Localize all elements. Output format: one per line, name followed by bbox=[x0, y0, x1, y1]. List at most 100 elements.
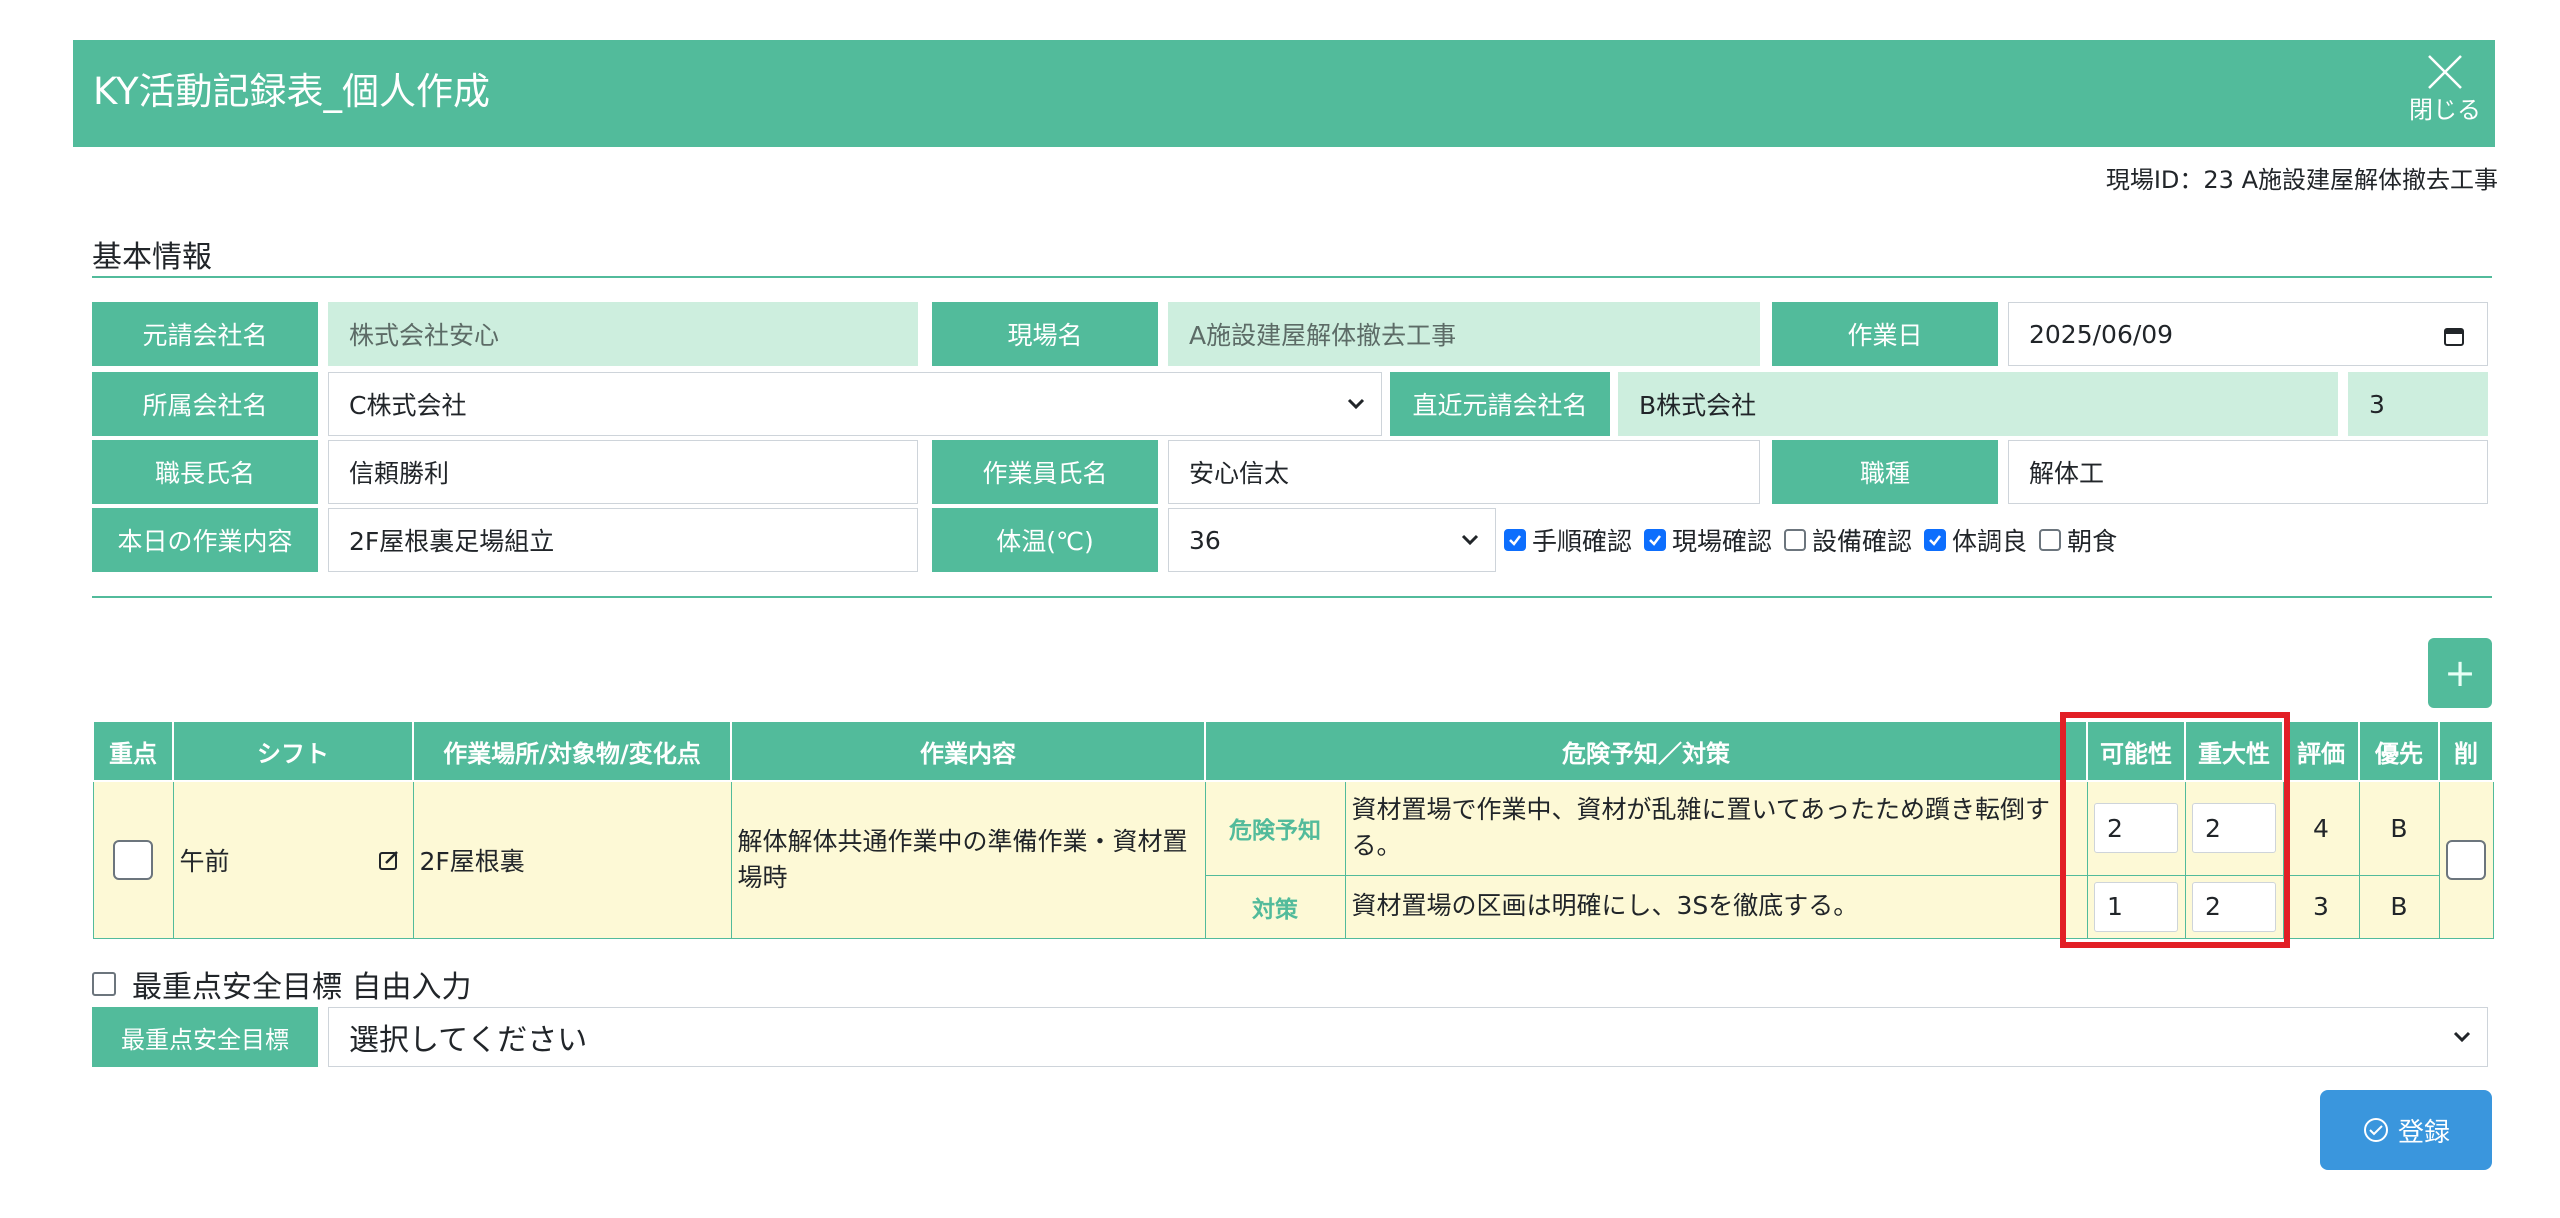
check-site-label: 現場確認 bbox=[1672, 527, 1773, 556]
goal-select[interactable]: 選択してください bbox=[328, 1007, 2488, 1067]
hazard-severity-input[interactable]: 2 bbox=[2192, 803, 2276, 854]
temperature-select[interactable]: 36 bbox=[1168, 508, 1496, 572]
edit-icon[interactable] bbox=[377, 848, 401, 872]
col-hazard: 危険予知／対策 bbox=[1204, 720, 2088, 782]
hazard-severity-cell: 2 bbox=[2184, 780, 2284, 876]
checkbox[interactable] bbox=[1924, 529, 1947, 551]
checkbox[interactable] bbox=[1784, 529, 1807, 551]
register-button[interactable]: 登録 bbox=[2320, 1090, 2492, 1170]
measure-score: 3 bbox=[2282, 874, 2360, 939]
work-date-label: 作業日 bbox=[1772, 302, 1998, 366]
check-icon bbox=[1929, 535, 1942, 546]
free-input-toggle[interactable]: 最重点安全目標 自由入力 bbox=[92, 962, 472, 1006]
work-date-value: 2025/06/09 bbox=[2029, 319, 2174, 349]
measure-text: 資材置場の区画は明確にし、3Sを徹底する。 bbox=[1344, 874, 2088, 939]
site-name-label: 現場名 bbox=[932, 302, 1158, 366]
basic-row-2: 所属会社名 C株式会社 直近元請会社名 B株式会社 3 bbox=[92, 372, 2488, 436]
check-icon bbox=[1509, 535, 1521, 546]
check-icon bbox=[1649, 535, 1662, 546]
col-work: 作業内容 bbox=[730, 720, 1206, 782]
table-row: 午前 2F屋根裏 解体解体共通作業中の準備作業・資材置場時 危険予知 資材置場で… bbox=[92, 780, 2494, 939]
job-type-input[interactable]: 解体工 bbox=[2008, 440, 2488, 504]
foreman-label: 職長氏名 bbox=[92, 440, 318, 504]
col-delete: 削 bbox=[2438, 720, 2494, 782]
temperature-value: 36 bbox=[1189, 525, 1221, 555]
check-health[interactable]: 体調良 bbox=[1924, 522, 2027, 558]
check-circle-icon bbox=[2363, 1118, 2388, 1142]
free-input-label: 最重点安全目標 自由入力 bbox=[132, 970, 472, 1005]
basic-row-1: 元請会社名 株式会社安心 現場名 A施設建屋解体撤去工事 作業日 2025/06… bbox=[92, 302, 2488, 366]
worker-input[interactable]: 安心信太 bbox=[1168, 440, 1760, 504]
modal-header: KY活動記録表_個人作成 閉じる bbox=[73, 40, 2495, 147]
risk-table: 重点 シフト 作業場所/対象物/変化点 作業内容 危険予知／対策 可能性 重大性… bbox=[92, 720, 2494, 939]
check-procedure[interactable]: 手順確認 bbox=[1504, 522, 1632, 558]
add-row-button[interactable]: + bbox=[2428, 638, 2492, 708]
goal-row: 最重点安全目標 選択してください bbox=[92, 1007, 2488, 1067]
basic-row-4: 本日の作業内容 2F屋根裏足場組立 体温(℃) 36 手順確認 現場確認 設備確… bbox=[92, 508, 2488, 572]
close-label: 閉じる bbox=[2409, 96, 2481, 124]
hazard-likelihood-input[interactable]: 2 bbox=[2094, 803, 2178, 854]
checkbox[interactable] bbox=[1644, 529, 1667, 551]
close-button[interactable]: 閉じる bbox=[2405, 48, 2485, 140]
check-breakfast[interactable]: 朝食 bbox=[2039, 522, 2117, 558]
hazard-text: 資材置場で作業中、資材が乱雑に置いてあったため躓き転倒する。 bbox=[1344, 780, 2088, 876]
measure-severity-input[interactable]: 2 bbox=[2192, 881, 2276, 932]
table-header-row: 重点 シフト 作業場所/対象物/変化点 作業内容 危険予知／対策 可能性 重大性… bbox=[92, 720, 2494, 782]
register-label: 登録 bbox=[2397, 1117, 2450, 1148]
affiliation-select[interactable]: C株式会社 bbox=[328, 372, 1382, 436]
shift-value: 午前 bbox=[179, 846, 230, 876]
focus-checkbox[interactable] bbox=[113, 839, 153, 880]
foreman-input[interactable]: 信頼勝利 bbox=[328, 440, 918, 504]
measure-likelihood-input[interactable]: 1 bbox=[2094, 881, 2178, 932]
delete-cell bbox=[2438, 780, 2494, 939]
place-cell: 2F屋根裏 bbox=[412, 780, 732, 939]
affiliation-label: 所属会社名 bbox=[92, 372, 318, 436]
col-likelihood: 可能性 bbox=[2086, 720, 2186, 782]
measure-likelihood-cell: 1 bbox=[2086, 874, 2186, 939]
hazard-likelihood-cell: 2 bbox=[2086, 780, 2186, 876]
hazard-score: 4 bbox=[2282, 780, 2360, 876]
goal-label: 最重点安全目標 bbox=[92, 1007, 318, 1067]
section-divider bbox=[92, 596, 2492, 598]
col-severity: 重大性 bbox=[2184, 720, 2284, 782]
col-priority: 優先 bbox=[2358, 720, 2440, 782]
prime-company-value: 株式会社安心 bbox=[328, 302, 918, 366]
col-shift: シフト bbox=[172, 720, 414, 782]
hazard-priority: B bbox=[2358, 780, 2440, 876]
close-icon bbox=[2428, 55, 2462, 89]
work-date-input[interactable]: 2025/06/09 bbox=[2008, 302, 2488, 366]
shift-cell: 午前 bbox=[172, 780, 414, 939]
col-place: 作業場所/対象物/変化点 bbox=[412, 720, 732, 782]
measure-label: 対策 bbox=[1204, 874, 1346, 939]
work-cell: 解体解体共通作業中の準備作業・資材置場時 bbox=[730, 780, 1206, 939]
chevron-down-icon bbox=[2453, 1031, 2471, 1043]
direct-prime-value: B株式会社 bbox=[1618, 372, 2338, 436]
section-divider bbox=[92, 276, 2492, 278]
site-id: 現場ID：23 A施設建屋解体撤去工事 bbox=[2105, 166, 2498, 194]
checkbox[interactable] bbox=[2039, 529, 2062, 551]
free-input-checkbox[interactable] bbox=[92, 972, 116, 996]
goal-value: 選択してください bbox=[349, 1023, 588, 1058]
chevron-down-icon bbox=[1461, 534, 1479, 546]
modal-title: KY活動記録表_個人作成 bbox=[93, 70, 491, 113]
check-health-label: 体調良 bbox=[1952, 527, 2028, 556]
check-site[interactable]: 現場確認 bbox=[1644, 522, 1772, 558]
measure-priority: B bbox=[2358, 874, 2440, 939]
check-equipment[interactable]: 設備確認 bbox=[1784, 522, 1912, 558]
job-type-label: 職種 bbox=[1772, 440, 1998, 504]
check-procedure-label: 手順確認 bbox=[1532, 527, 1633, 556]
prime-company-label: 元請会社名 bbox=[92, 302, 318, 366]
checkbox[interactable] bbox=[1504, 529, 1526, 551]
measure-severity-cell: 2 bbox=[2184, 874, 2284, 939]
chevron-down-icon bbox=[1347, 398, 1365, 410]
delete-checkbox[interactable] bbox=[2446, 839, 2486, 880]
direct-prime-label: 直近元請会社名 bbox=[1390, 372, 1610, 436]
today-work-input[interactable]: 2F屋根裏足場組立 bbox=[328, 508, 918, 572]
worker-label: 作業員氏名 bbox=[932, 440, 1158, 504]
calendar-icon[interactable] bbox=[2443, 325, 2465, 347]
today-work-label: 本日の作業内容 bbox=[92, 508, 318, 572]
col-focus: 重点 bbox=[92, 720, 174, 782]
temperature-label: 体温(℃) bbox=[932, 508, 1158, 572]
col-score: 評価 bbox=[2282, 720, 2360, 782]
check-breakfast-label: 朝食 bbox=[2067, 527, 2118, 556]
